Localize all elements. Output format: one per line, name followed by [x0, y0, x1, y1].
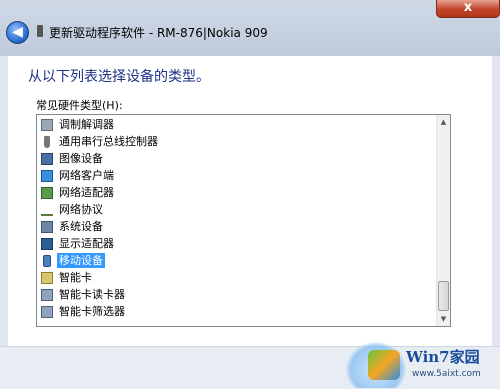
smart-card-filter-icon: [41, 305, 53, 318]
scroll-up-icon[interactable]: ▲: [437, 115, 450, 129]
mobile-device-icon: [43, 254, 51, 267]
list-item[interactable]: 智能卡: [41, 269, 160, 286]
device-icon: [37, 25, 43, 37]
system-device-icon: [41, 220, 53, 233]
display-adapter-icon: [41, 237, 53, 250]
back-arrow-icon[interactable]: ◀: [6, 21, 29, 44]
network-adapter-icon: [41, 186, 53, 199]
list-item[interactable]: 网络协议: [41, 201, 160, 218]
list-item[interactable]: 调制解调器: [41, 116, 160, 133]
list-item-label: 调制解调器: [59, 118, 114, 131]
network-protocol-icon: [41, 204, 53, 216]
list-item-label: 显示适配器: [59, 237, 114, 250]
hardware-types-items: 调制解调器通用串行总线控制器 图像设备网络客户端网络适配器网络协议系统设备显示适配…: [41, 116, 160, 320]
list-item[interactable]: 图像设备: [41, 150, 160, 167]
list-item-label: 网络客户端: [59, 169, 114, 182]
window-titlebar: x ◀ 更新驱动程序软件 - RM-876|Nokia 909: [0, 0, 500, 56]
list-item-label: 系统设备: [59, 220, 103, 233]
list-item-label: 智能卡: [59, 271, 92, 284]
smart-card-reader-icon: [41, 288, 53, 301]
window-title: 更新驱动程序软件 - RM-876|Nokia 909: [49, 26, 268, 40]
list-item[interactable]: 系统设备: [41, 218, 160, 235]
scroll-thumb[interactable]: [438, 281, 449, 311]
imaging-device-icon: [41, 152, 53, 165]
list-item-label: 移动设备: [57, 253, 105, 268]
list-item-label: 通用串行总线控制器: [59, 135, 158, 148]
list-item[interactable]: 智能卡筛选器: [41, 303, 160, 320]
list-item[interactable]: 智能卡读卡器: [41, 286, 160, 303]
list-item[interactable]: 网络适配器: [41, 184, 160, 201]
usb-icon: [44, 135, 50, 148]
list-item[interactable]: 网络客户端: [41, 167, 160, 184]
vertical-scrollbar[interactable]: ▲ ▼: [436, 115, 450, 326]
hardware-types-list[interactable]: 调制解调器通用串行总线控制器 图像设备网络客户端网络适配器网络协议系统设备显示适配…: [36, 114, 451, 327]
list-item-label: 智能卡筛选器: [59, 305, 125, 318]
list-item-label: 图像设备: [59, 152, 103, 165]
list-item[interactable]: 通用串行总线控制器: [41, 133, 160, 150]
network-client-icon: [41, 169, 53, 182]
watermark-title: Win7家园: [406, 348, 480, 366]
watermark-url: www.5aixt.com: [412, 369, 481, 379]
list-item[interactable]: 移动设备: [41, 252, 160, 269]
close-button[interactable]: x: [436, 0, 500, 18]
list-item-label: 网络适配器: [59, 186, 114, 199]
watermark: Win7家园 www.5aixt.com: [346, 336, 500, 389]
hardware-types-label: 常见硬件类型(H):: [36, 99, 123, 112]
list-item[interactable]: 显示适配器: [41, 235, 160, 252]
list-item-label: 网络协议: [59, 203, 103, 216]
instruction-heading: 从以下列表选择设备的类型。: [28, 69, 210, 85]
smart-card-icon: [41, 271, 53, 284]
win7-logo-icon: [368, 350, 400, 380]
list-item-label: 智能卡读卡器: [59, 288, 125, 301]
modem-icon: [41, 118, 53, 131]
scroll-down-icon[interactable]: ▼: [437, 312, 450, 326]
